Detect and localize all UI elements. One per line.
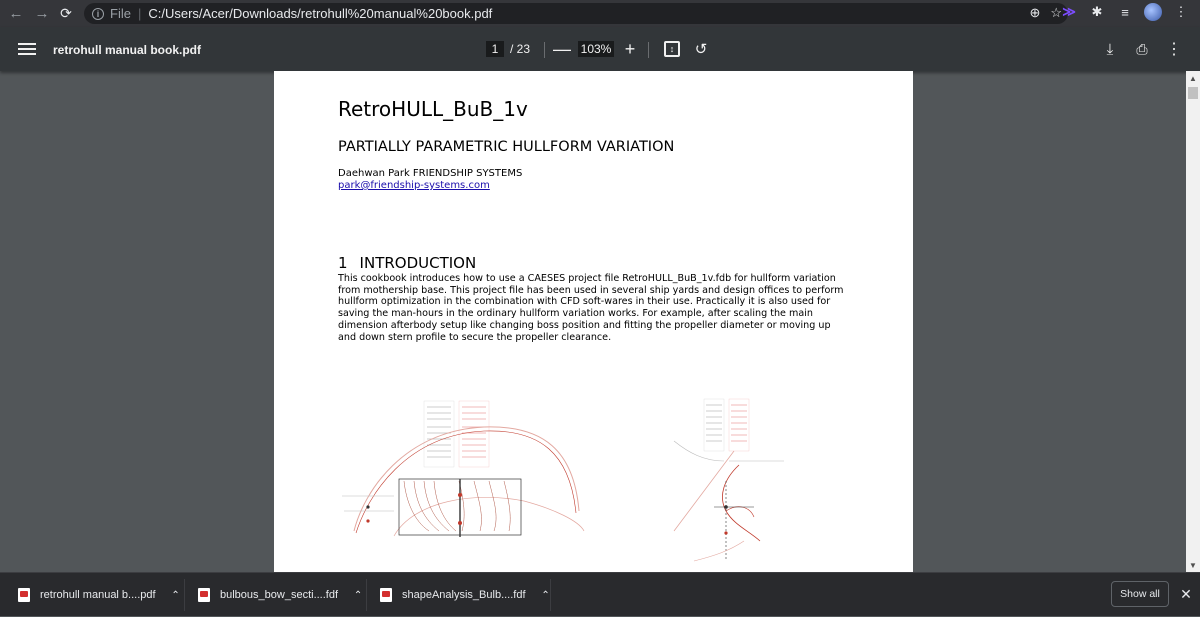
extension-icon[interactable]: ≫ xyxy=(1060,3,1078,21)
zoom-out-button[interactable]: — xyxy=(553,39,571,59)
playlist-icon[interactable]: ≡ xyxy=(1116,3,1134,21)
intro-paragraph: This cookbook introduces how to use a CA… xyxy=(338,273,858,343)
download-filename[interactable]: shapeAnalysis_Bulb....fdf xyxy=(402,589,526,601)
fit-page-icon[interactable]: ↕ xyxy=(664,41,680,57)
intro-line: from mothership base. This project file … xyxy=(338,284,844,296)
download-divider xyxy=(184,579,185,611)
page-total: / 23 xyxy=(510,42,531,56)
page-number-input[interactable] xyxy=(486,41,504,57)
print-icon[interactable]: ⎙ xyxy=(1133,39,1151,59)
url-scheme: File xyxy=(110,6,131,21)
intro-line: dimension afterbody setup like changing … xyxy=(338,319,831,331)
menu-icon[interactable] xyxy=(18,40,36,58)
url-text[interactable]: C:/Users/Acer/Downloads/retrohull%20manu… xyxy=(148,6,492,21)
download-shelf: retrohull manual b....pdf ⌃ bulbous_bow_… xyxy=(0,572,1200,616)
page-selector: / 23 xyxy=(486,41,530,57)
toolbar-divider xyxy=(648,42,649,58)
file-icon xyxy=(380,588,392,602)
intro-line: This cookbook introduces how to use a CA… xyxy=(338,273,836,284)
hullform-figure xyxy=(342,398,784,562)
scrollbar-thumb[interactable] xyxy=(1188,87,1198,99)
chevron-up-icon[interactable]: ⌃ xyxy=(352,589,364,601)
document-title: RetroHULL_BuB_1v xyxy=(338,97,528,121)
more-actions-icon[interactable]: ⋮ xyxy=(1165,39,1183,59)
bulb-section-right xyxy=(673,440,784,562)
close-icon[interactable]: ✕ xyxy=(1178,586,1194,602)
reload-icon[interactable]: ⟳ xyxy=(56,4,76,24)
show-all-button[interactable]: Show all xyxy=(1111,581,1169,607)
section-heading: 1 INTRODUCTION xyxy=(338,254,476,272)
browser-topbar: ← → ⟳ i File | C:/Users/Acer/Downloads/r… xyxy=(0,0,1200,27)
download-item[interactable]: retrohull manual b....pdf ⌃ xyxy=(18,573,182,617)
section-title: INTRODUCTION xyxy=(359,254,477,272)
address-bar[interactable]: i File | C:/Users/Acer/Downloads/retrohu… xyxy=(84,3,1068,24)
extensions-area: ≫ ✱ ≡ ⋮ xyxy=(1060,3,1200,21)
forward-icon[interactable]: → xyxy=(32,4,52,24)
zoom-input[interactable] xyxy=(578,41,614,57)
download-divider xyxy=(550,579,551,611)
parameter-table-right xyxy=(703,398,750,452)
info-icon[interactable]: i xyxy=(92,7,104,20)
section-number: 1 xyxy=(338,254,348,272)
download-divider xyxy=(366,579,367,611)
rotate-icon[interactable]: ↺ xyxy=(692,40,710,58)
toolbar-divider xyxy=(544,42,545,58)
download-icon[interactable]: ⤓ xyxy=(1101,39,1119,59)
zoom-in-button[interactable]: + xyxy=(622,39,638,59)
kebab-menu-icon[interactable]: ⋮ xyxy=(1172,3,1190,21)
download-item[interactable]: shapeAnalysis_Bulb....fdf ⌃ xyxy=(380,573,552,617)
parameter-table-left xyxy=(423,400,490,468)
omnibox-actions: ⊕ ☆ xyxy=(1029,5,1062,21)
zoom-icon[interactable]: ⊕ xyxy=(1029,5,1040,21)
download-filename[interactable]: bulbous_bow_secti....fdf xyxy=(220,589,338,601)
author-email-link[interactable]: park@friendship-systems.com xyxy=(338,180,490,191)
intro-line: saving the man-hours in the ordinary hul… xyxy=(338,308,813,320)
pdf-title: retrohull manual book.pdf xyxy=(53,43,202,57)
pdf-toolbar: retrohull manual book.pdf / 23 — + ↕ ↺ ⤓… xyxy=(0,27,1200,71)
profile-avatar[interactable] xyxy=(1144,3,1162,21)
pdf-file-icon xyxy=(18,588,30,602)
document-author: Daehwan Park FRIENDSHIP SYSTEMS xyxy=(338,168,523,179)
scroll-up-arrow-icon[interactable]: ▲ xyxy=(1186,71,1200,85)
download-filename[interactable]: retrohull manual b....pdf xyxy=(40,589,156,601)
document-subtitle: PARTIALLY PARAMETRIC HULLFORM VARIATION xyxy=(338,139,675,155)
back-icon[interactable]: ← xyxy=(6,4,26,24)
url-separator: | xyxy=(137,6,142,21)
scroll-down-arrow-icon[interactable]: ▼ xyxy=(1186,558,1200,572)
chevron-up-icon[interactable]: ⌃ xyxy=(170,589,182,601)
vertical-scrollbar[interactable]: ▲ ▼ xyxy=(1186,71,1200,572)
download-item[interactable]: bulbous_bow_secti....fdf ⌃ xyxy=(198,573,364,617)
hull-outline-left xyxy=(342,426,585,537)
pdf-page: RetroHULL_BuB_1v PARTIALLY PARAMETRIC HU… xyxy=(274,71,913,572)
puzzle-icon[interactable]: ✱ xyxy=(1088,3,1106,21)
file-icon xyxy=(198,588,210,602)
intro-line: hullform optimization in the combination… xyxy=(338,296,831,308)
intro-line: and down stern profile to secure the pro… xyxy=(338,331,612,343)
